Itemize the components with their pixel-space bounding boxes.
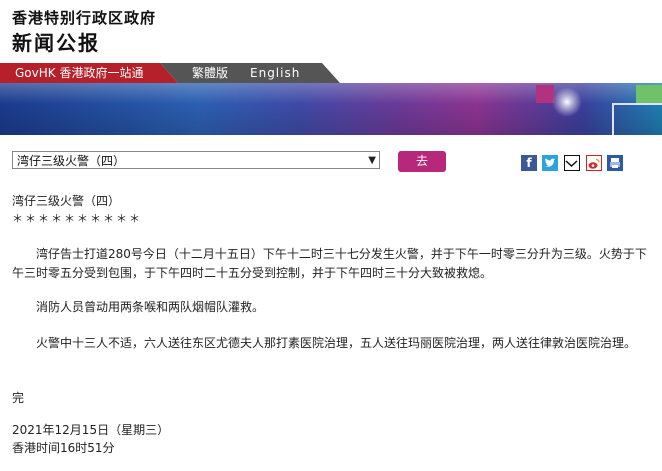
- publish-date: 2021年12月15日（星期三）: [12, 423, 170, 437]
- article-paragraph-2: 消防人员曾动用两条喉和两队烟帽队灌救。: [36, 300, 265, 314]
- print-icon[interactable]: [607, 155, 623, 171]
- site-header: 香港特别行政区政府 新闻公报: [0, 0, 662, 63]
- english-link[interactable]: English: [250, 63, 300, 83]
- article-paragraph-3: 火警中十三人不适，六人送往东区尤德夫人那打素医院治理，五人送往玛丽医院治理，两人…: [36, 336, 637, 350]
- article-select-value: 湾仔三级火警（四）: [17, 154, 126, 168]
- banner-frame: [612, 103, 662, 135]
- publish-time: 香港时间16时51分: [12, 441, 115, 455]
- go-button[interactable]: 去: [398, 151, 446, 172]
- email-icon[interactable]: [564, 155, 580, 171]
- article-end: 完: [12, 391, 25, 405]
- banner-square-green: [636, 85, 662, 103]
- site-name: 新闻公报: [12, 31, 100, 55]
- title-divider-stars: ＊＊＊＊＊＊＊＊＊＊: [12, 212, 142, 225]
- facebook-icon[interactable]: f: [521, 155, 537, 171]
- article-paragraph-1: 湾仔告士打道280号今日（十二月十五日）下午十二时三十七分发生火警，并于下午一时…: [12, 247, 647, 280]
- article-select[interactable]: 湾仔三级火警（四） ▼: [12, 151, 380, 169]
- traditional-chinese-link[interactable]: 繁體版: [192, 63, 228, 83]
- top-nav: GovHK 香港政府一站通 繁體版 English: [0, 63, 662, 83]
- chevron-down-icon[interactable]: ▼: [368, 152, 376, 170]
- weibo-icon[interactable]: [586, 155, 602, 171]
- header-banner: [0, 83, 662, 135]
- language-bar: 繁體版 English: [160, 63, 340, 83]
- twitter-icon[interactable]: [542, 155, 558, 171]
- govhk-link[interactable]: GovHK 香港政府一站通: [0, 63, 178, 83]
- banner-sparkle: [552, 87, 582, 117]
- article-title: 湾仔三级火警（四）: [12, 194, 121, 208]
- org-name: 香港特别行政区政府: [12, 9, 157, 27]
